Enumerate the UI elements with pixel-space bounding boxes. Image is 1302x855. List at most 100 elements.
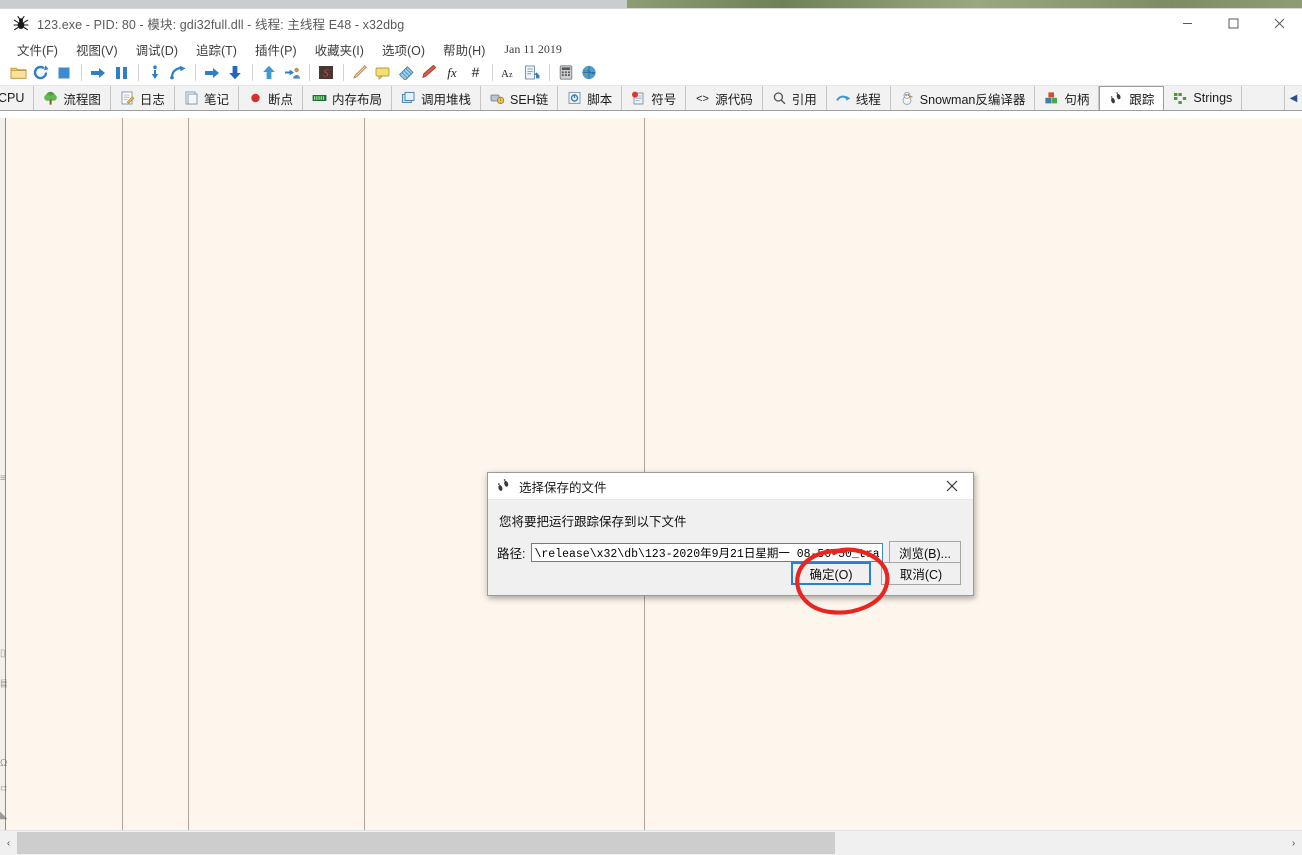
ok-button[interactable]: 确定(O) [791,562,871,585]
tab-scroll-left-button[interactable]: ◀ [1284,86,1302,110]
tab-label: 符号 [651,92,677,107]
tab-label: 脚本 [587,92,613,107]
comment-icon[interactable] [372,62,394,84]
step-down-icon[interactable] [224,62,246,84]
svg-text:<>: <> [696,93,709,105]
breakpoint-icon [248,91,263,105]
menu-bar: 文件(F) 视图(V) 调试(D) 追踪(T) 插件(P) 收藏夹(I) 选项(… [0,38,1302,60]
minimize-button[interactable] [1164,9,1210,38]
tab-trace[interactable]: 跟踪 [1099,86,1165,110]
calculator-icon[interactable] [555,62,577,84]
tab-threads[interactable]: 线程 [826,86,891,110]
scroll-right-arrow[interactable]: › [1285,832,1302,854]
tab-memory-map[interactable]: 内存布局 [302,86,392,110]
menu-plugins[interactable]: 插件(P) [246,38,306,61]
toolbar-separator [252,64,253,81]
attach-icon[interactable] [281,62,303,84]
execute-till-return-icon[interactable] [201,62,223,84]
tab-label: SEH链 [510,92,549,107]
menu-debug[interactable]: 调试(D) [127,38,187,61]
tab-notes[interactable]: 笔记 [174,86,239,110]
tab-source[interactable]: <> 源代码 [686,86,763,110]
window-title: 123.exe - PID: 80 - 模块: gdi32full.dll - … [37,18,405,32]
tab-script[interactable]: 脚本 [558,86,623,110]
svg-text:A: A [501,68,509,80]
clipped-content-marker: ▤ [0,678,7,689]
function-icon[interactable]: fx [441,62,463,84]
restart-icon[interactable] [30,62,52,84]
notes-icon[interactable] [521,62,543,84]
column-separator[interactable] [364,118,365,831]
tab-label: 调用堆栈 [420,92,471,107]
open-icon[interactable] [7,62,29,84]
cancel-button[interactable]: 取消(C) [881,562,961,585]
tab-references[interactable]: 引用 [762,86,827,110]
hash-icon[interactable]: # [464,62,486,84]
title-bar: 123.exe - PID: 80 - 模块: gdi32full.dll - … [0,9,1302,38]
toolbar-separator [138,64,139,81]
path-input[interactable] [531,543,883,562]
x32dbg-main-window: 123.exe - PID: 80 - 模块: gdi32full.dll - … [0,8,1302,855]
build-date-label: Jan 11 2019 [504,41,562,56]
step-over-icon[interactable] [167,62,189,84]
tab-seh-chain[interactable]: ! SEH链 [481,86,559,110]
reference-icon [772,91,787,105]
tab-label: 引用 [791,92,817,107]
tab-breakpoints[interactable]: 断点 [238,86,303,110]
pause-icon[interactable] [110,62,132,84]
scroll-left-arrow[interactable]: ‹ [0,832,17,854]
svg-text:S: S [323,68,329,80]
column-separator[interactable] [188,118,189,831]
menu-view[interactable]: 视图(V) [67,38,127,61]
column-separator[interactable] [122,118,123,831]
tab-call-stack[interactable]: 调用堆栈 [391,86,481,110]
notes-page-icon [184,91,199,105]
toolbar-separator [81,64,82,81]
browse-button[interactable]: 浏览(B)... [889,541,961,564]
path-label: 路径: [497,547,526,561]
menu-help[interactable]: 帮助(H) [434,38,494,61]
tab-handles[interactable]: 句柄 [1035,86,1100,110]
step-into-icon[interactable] [144,62,166,84]
toolbar-separator [309,64,310,81]
tab-symbols[interactable]: 符号 [622,86,687,110]
stop-icon[interactable] [53,62,75,84]
tab-log[interactable]: 日志 [110,86,175,110]
close-button[interactable] [1256,9,1302,38]
tab-graph[interactable]: 流程图 [34,86,111,110]
globe-icon[interactable] [578,62,600,84]
strings-icon [1173,91,1188,105]
run-icon[interactable] [87,62,109,84]
screen: 123.exe - PID: 80 - 模块: gdi32full.dll - … [0,0,1302,855]
clipped-content-marker: Ω [0,758,7,769]
tab-label: 内存布局 [331,92,382,107]
pencil-icon[interactable] [349,62,371,84]
handles-icon [1044,91,1059,105]
callstack-icon [401,91,416,105]
menu-trace[interactable]: 追踪(T) [187,38,246,61]
toolbar-separator [195,64,196,81]
scrollbar-thumb[interactable] [17,832,835,854]
text-case-icon[interactable]: Az [498,62,520,84]
bug-icon [13,15,29,32]
path-row: 路径: 浏览(B)... [497,541,961,564]
tab-snowman[interactable]: Snowman反编译器 [890,86,1036,110]
scylla-icon[interactable]: S [315,62,337,84]
menu-file[interactable]: 文件(F) [8,38,67,61]
tab-strings[interactable]: Strings [1164,86,1243,110]
tab-cpu[interactable]: CPU [0,86,35,110]
maximize-button[interactable] [1210,9,1256,38]
horizontal-scrollbar[interactable]: ‹ › [0,830,1302,855]
eraser-icon[interactable] [418,62,440,84]
menu-favourites[interactable]: 收藏夹(I) [306,38,373,61]
tab-label: 断点 [267,92,293,107]
dialog-close-button[interactable] [931,473,973,499]
toolbar-separator [549,64,550,81]
tab-label: 笔记 [203,92,229,107]
menu-options[interactable]: 选项(O) [373,38,434,61]
tab-label: 跟踪 [1129,93,1155,107]
run-to-user-code-icon[interactable] [258,62,280,84]
tab-label: Strings [1193,91,1233,105]
label-icon[interactable] [395,62,417,84]
scrollbar-track[interactable] [17,832,1285,854]
